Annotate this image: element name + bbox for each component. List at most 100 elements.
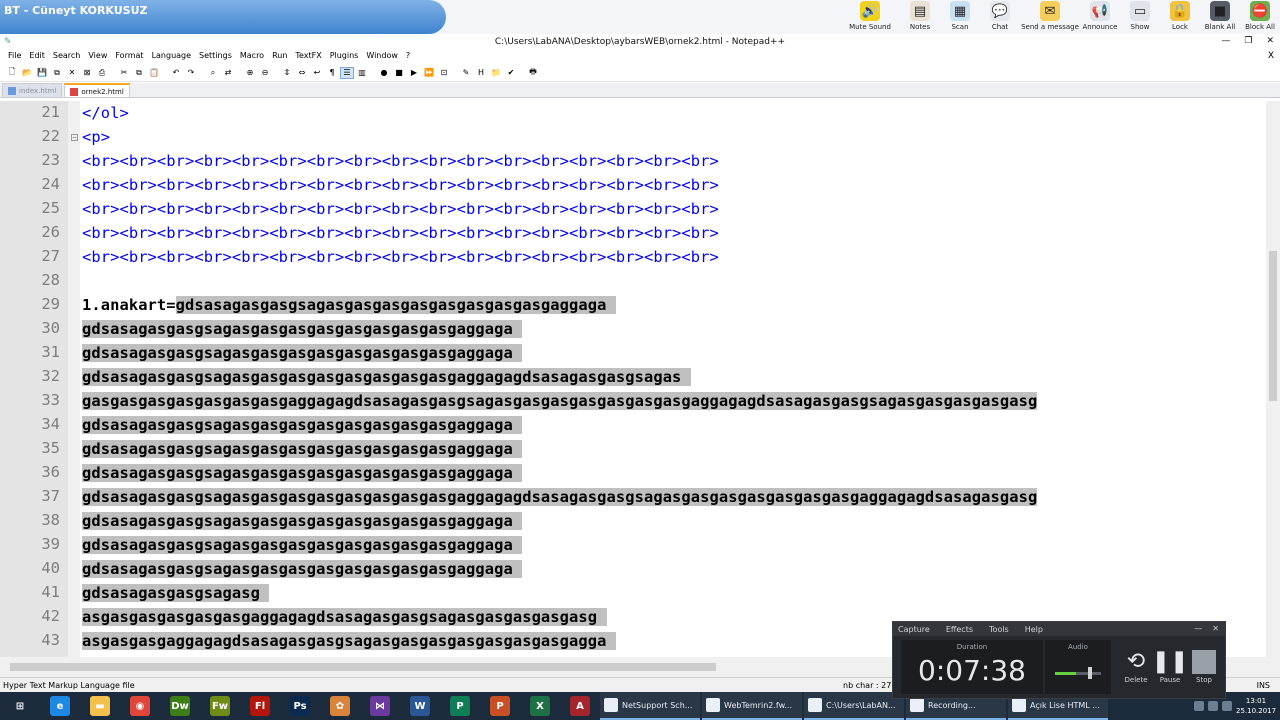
status-insert-mode[interactable]: INS xyxy=(1257,681,1270,690)
print-icon[interactable]: 🖶 xyxy=(526,67,540,79)
flash-taskbar-button[interactable]: Fl xyxy=(240,692,280,720)
save-macro-icon[interactable]: ⊡ xyxy=(437,67,451,79)
save-icon[interactable]: 💾 xyxy=(35,67,49,79)
minimize-button[interactable]: — xyxy=(1221,36,1230,46)
check-icon[interactable]: ✔ xyxy=(504,67,518,79)
menu-view[interactable]: View xyxy=(84,50,111,64)
close-document-button[interactable]: X xyxy=(1268,51,1274,61)
taskbar-window-0[interactable]: NetSupport Sch... xyxy=(600,692,700,720)
audio-level-knob[interactable] xyxy=(1087,667,1092,679)
zoom-out-icon[interactable]: ⊖ xyxy=(258,67,272,79)
start-taskbar-button[interactable]: ⊞ xyxy=(0,692,40,720)
menu-plugins[interactable]: Plugins xyxy=(326,50,363,64)
sync-horizontal-icon[interactable]: ⇔ xyxy=(295,67,309,79)
code-line[interactable]: gdsasagasgasgsagasgasgasgasgasgasgasgasg… xyxy=(82,533,523,557)
photoshop-taskbar-button[interactable]: Ps xyxy=(280,692,320,720)
stop-macro-icon[interactable]: ■ xyxy=(392,67,406,79)
show-all-chars-icon[interactable]: ¶ xyxy=(325,67,339,79)
menu-window[interactable]: Window xyxy=(362,50,402,64)
menu-textfx[interactable]: TextFX xyxy=(291,50,325,64)
powerpoint-taskbar-button[interactable]: P xyxy=(480,692,520,720)
word-taskbar-button[interactable]: W xyxy=(400,692,440,720)
menu-search[interactable]: Search xyxy=(49,50,84,64)
paint-taskbar-button[interactable]: ✿ xyxy=(320,692,360,720)
fold-margin[interactable]: − xyxy=(68,101,80,657)
code-line[interactable]: gdsasagasgasgsagasgasgasgasgasgasgasgasg… xyxy=(82,485,1038,509)
recorder-menu-effects[interactable]: Effects xyxy=(946,625,973,634)
menu-run[interactable]: Run xyxy=(268,50,291,64)
menu-file[interactable]: File xyxy=(4,50,25,64)
open-file-icon[interactable]: 📂 xyxy=(20,67,34,79)
undo-icon[interactable]: ↶ xyxy=(169,67,183,79)
indent-guide-icon[interactable]: ☰ xyxy=(340,66,354,79)
netsupport-tool-chat[interactable]: 💬 Chat xyxy=(980,0,1020,34)
access-taskbar-button[interactable]: A xyxy=(560,692,600,720)
ie-taskbar-button[interactable]: e xyxy=(40,692,80,720)
menu-settings[interactable]: Settings xyxy=(195,50,236,64)
sync-vertical-icon[interactable]: ⇕ xyxy=(280,67,294,79)
vertical-scroll-thumb[interactable] xyxy=(1269,251,1277,401)
menu-edit[interactable]: Edit xyxy=(25,50,49,64)
code-line[interactable]: gdsasagasgasgsagasgasgasgasgasgasgasgasg… xyxy=(82,437,523,461)
vertical-scrollbar[interactable] xyxy=(1266,101,1280,657)
restore-button[interactable]: ❐ xyxy=(1244,36,1252,46)
code-line[interactable]: gdsasagasgasgsagasgasgasgasgasgasgasgasg… xyxy=(82,557,523,581)
stop-button[interactable]: Stop xyxy=(1187,648,1221,684)
code-line[interactable]: <p> xyxy=(82,125,110,149)
pause-button[interactable]: ❚❚ Pause xyxy=(1152,648,1189,684)
recorder-close-icon[interactable]: ✕ xyxy=(1212,624,1219,633)
folder-icon[interactable]: 📁 xyxy=(489,67,503,79)
horizontal-scroll-thumb[interactable] xyxy=(10,663,716,671)
dreamweaver-taskbar-button[interactable]: Dw xyxy=(160,692,200,720)
code-line[interactable]: <br><br><br><br><br><br><br><br><br><br>… xyxy=(82,149,719,173)
delete-button[interactable]: ⟲ Delete xyxy=(1119,648,1153,684)
netsupport-tool-show[interactable]: ▭ Show xyxy=(1120,0,1160,34)
close-icon[interactable]: ✕ xyxy=(65,67,79,79)
netsupport-tool-envelope[interactable]: ✉ Send a message xyxy=(1020,0,1080,34)
zoom-in-icon[interactable]: ⊕ xyxy=(243,67,257,79)
file-explorer-taskbar-button[interactable]: ▬ xyxy=(80,692,120,720)
code-line[interactable]: gdsasagasgasgsagasgasgasgasgasgasgasgasg… xyxy=(82,341,523,365)
code-line[interactable]: asgasgasgaggagagdsasagasgasgsagasgasgasg… xyxy=(82,629,616,653)
menu-format[interactable]: Format xyxy=(111,50,147,64)
find-icon[interactable]: ⌕ xyxy=(206,67,220,79)
recorder-minimize-icon[interactable]: — xyxy=(1194,624,1202,633)
fold-toggle-icon[interactable]: − xyxy=(71,134,78,141)
netsupport-tool-scan[interactable]: ▦ Scan xyxy=(940,0,980,34)
menu-language[interactable]: Language xyxy=(148,50,195,64)
copy-icon[interactable]: ⧉ xyxy=(132,67,146,79)
code-line[interactable]: <br><br><br><br><br><br><br><br><br><br>… xyxy=(82,173,719,197)
run-macro-multiple-icon[interactable]: ⏩ xyxy=(422,67,436,79)
close-all-icon[interactable]: ⊠ xyxy=(80,67,94,79)
close-window-button[interactable]: ✕ xyxy=(1266,36,1274,46)
code-area[interactable]: </ol> <p> <br><br><br><br><br><br><br><br>… xyxy=(82,101,1266,657)
code-line[interactable]: gdsasagasgasgsagasg xyxy=(82,581,270,605)
tab-ornek2-html[interactable]: ornek2.html xyxy=(64,83,130,97)
netsupport-tool-block[interactable]: ⛔ Block All xyxy=(1240,0,1280,34)
code-line[interactable]: gdsasagasgasgsagasgasgasgasgasgasgasgasg… xyxy=(82,461,523,485)
save-all-icon[interactable]: ⧉ xyxy=(50,67,64,79)
code-line[interactable]: 1.anakart=gdsasagasgasgsagasgasgasgasgas… xyxy=(82,293,616,317)
netsupport-tool-lock[interactable]: 🔒 Lock xyxy=(1160,0,1200,34)
new-file-icon[interactable]: 🗋 xyxy=(5,67,19,79)
word-wrap-icon[interactable]: ↩ xyxy=(310,67,324,79)
play-macro-icon[interactable]: ▶ xyxy=(407,67,421,79)
code-line[interactable]: gasgasgasgasgasgasgasgaggagagdsasagasgas… xyxy=(82,389,1038,413)
code-line[interactable]: <br><br><br><br><br><br><br><br><br><br>… xyxy=(82,197,719,221)
taskbar-window-1[interactable]: WebTemrin2.fw... xyxy=(702,692,802,720)
paste-icon[interactable]: 📋 xyxy=(147,67,161,79)
html-tag-icon[interactable]: H xyxy=(474,67,488,79)
redo-icon[interactable]: ↷ xyxy=(184,67,198,79)
code-line[interactable]: <br><br><br><br><br><br><br><br><br><br>… xyxy=(82,221,719,245)
replace-icon[interactable]: ⇄ xyxy=(221,67,235,79)
publisher-taskbar-button[interactable]: P xyxy=(440,692,480,720)
spell-check-icon[interactable]: ✎ xyxy=(459,67,473,79)
code-line[interactable]: gdsasagasgasgsagasgasgasgasgasgasgasgasg… xyxy=(82,317,523,341)
recorder-menu-tools[interactable]: Tools xyxy=(989,625,1009,634)
code-line[interactable]: gdsasagasgasgsagasgasgasgasgasgasgasgasg… xyxy=(82,509,523,533)
taskbar-window-2[interactable]: C:\Users\LabAN... xyxy=(804,692,904,720)
code-line[interactable]: <br><br><br><br><br><br><br><br><br><br>… xyxy=(82,245,719,269)
code-line[interactable]: asgasgasgasgasgasgaggagagdsasagasgasgsag… xyxy=(82,605,607,629)
code-line[interactable]: </ol> xyxy=(82,101,129,125)
menu-help[interactable]: ? xyxy=(402,50,414,64)
